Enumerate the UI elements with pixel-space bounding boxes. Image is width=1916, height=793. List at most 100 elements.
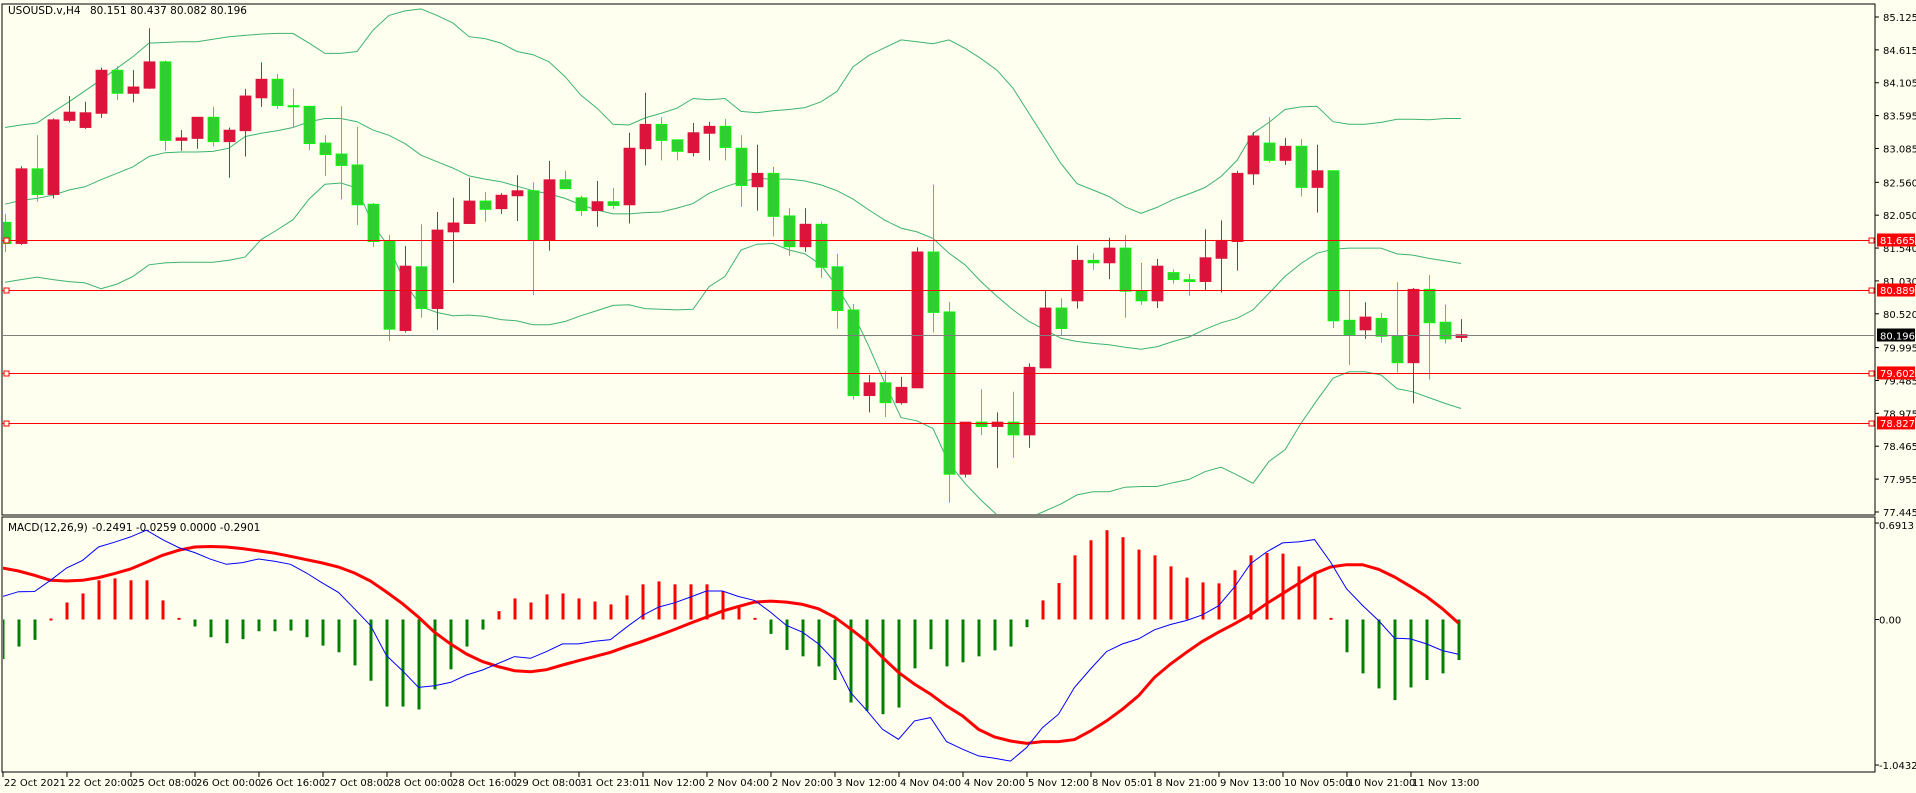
candle-body	[911, 251, 924, 389]
time-tick-label: 10 Nov 05:00	[1284, 778, 1351, 789]
macd-histogram-bar	[1073, 555, 1077, 620]
candle-body	[447, 222, 460, 233]
candle-bearish	[159, 60, 172, 151]
time-tick-label: 28 Oct 00:00	[388, 778, 453, 789]
time-tick-label: 4 Nov 04:00	[900, 778, 961, 789]
candle-body	[1407, 288, 1420, 364]
symbol-label: USOUSD.v,H4	[8, 5, 81, 17]
candle-body	[767, 172, 780, 217]
candle-body	[1215, 239, 1228, 259]
macd-histogram-bar	[241, 619, 245, 640]
candle-body	[863, 382, 876, 397]
level-line-handle[interactable]	[3, 370, 10, 377]
candle-body	[1359, 316, 1372, 331]
candle-body	[671, 139, 684, 152]
price-tick-label: 78.465	[1883, 442, 1916, 453]
macd-histogram-bar	[689, 584, 693, 620]
time-tick-label: 31 Oct 23:01	[580, 778, 645, 789]
level-line-handle[interactable]	[1868, 420, 1875, 427]
time-tick-label: 22 Oct 2021	[4, 778, 66, 789]
macd-histogram-bar	[1169, 566, 1173, 620]
price-tick-label: 77.445	[1883, 508, 1916, 519]
candle-body	[719, 125, 732, 148]
macd-histogram-bar	[545, 594, 549, 620]
macd-histogram-bar	[577, 598, 581, 620]
macd-histogram-bar	[721, 591, 725, 620]
macd-histogram-bar	[1009, 619, 1013, 647]
level-line-handle[interactable]	[1868, 237, 1875, 244]
macd-histogram-bar	[1089, 540, 1093, 620]
macd-histogram-bar	[1345, 619, 1349, 653]
candle-body	[543, 179, 556, 241]
macd-histogram-bar	[481, 619, 485, 630]
macd-histogram-bar	[769, 619, 773, 634]
candle-body	[111, 69, 124, 94]
macd-histogram-bar	[849, 619, 853, 703]
level-line-handle[interactable]	[3, 237, 10, 244]
macd-histogram-bar	[129, 580, 133, 620]
level-price-label: 78.827	[1880, 419, 1915, 430]
candle-body	[975, 421, 988, 427]
candle-body	[1007, 421, 1020, 436]
macd-histogram-bar	[913, 619, 917, 669]
level-price-label: 79.602	[1880, 369, 1915, 380]
time-tick-label: 25 Oct 08:00	[132, 778, 197, 789]
candle-bullish	[1023, 363, 1036, 448]
price-tick-label: 83.595	[1883, 112, 1916, 123]
candle-body	[511, 190, 524, 197]
level-line-handle[interactable]	[1868, 370, 1875, 377]
candle-bullish	[15, 166, 28, 245]
candle-body	[1103, 247, 1116, 264]
candle-body	[703, 125, 716, 134]
macd-histogram-bar	[1185, 577, 1189, 620]
candle-body	[591, 201, 604, 212]
macd-histogram-bar	[353, 619, 357, 666]
candle-body	[799, 223, 812, 248]
candle-body	[1119, 247, 1132, 292]
candle-body	[831, 266, 844, 311]
candle-bearish	[271, 74, 284, 109]
candle-body	[319, 142, 332, 156]
level-price-label: 81.665	[1880, 236, 1915, 247]
trading-chart[interactable]: 85.125 84.615 84.105 83.595 83.085 82.560 82.0…	[0, 0, 1916, 793]
macd-histogram-bar	[865, 619, 869, 711]
macd-histogram-bar	[385, 619, 389, 707]
candle-body	[943, 311, 956, 475]
candle-bearish	[1327, 170, 1340, 328]
candle-body	[895, 386, 908, 404]
price-tick-label: 77.955	[1883, 475, 1916, 486]
candle-body	[367, 203, 380, 243]
level-line-handle[interactable]	[3, 287, 10, 294]
level-line-handle[interactable]	[3, 420, 10, 427]
level-line-handle[interactable]	[1868, 287, 1875, 294]
macd-histogram-bar	[1121, 537, 1125, 620]
candle-body	[1311, 170, 1324, 188]
candle-body	[495, 194, 508, 210]
macd-histogram-bar	[1393, 619, 1397, 701]
candle-body	[1247, 135, 1260, 175]
candle-body	[1167, 272, 1180, 281]
candle-body	[463, 200, 476, 224]
level-price-label: 80.889	[1880, 286, 1915, 297]
macd-histogram-bar	[833, 619, 837, 681]
macd-histogram-bar	[1153, 555, 1157, 620]
time-tick-label: 28 Oct 16:00	[452, 778, 517, 789]
macd-histogram-bar	[1041, 600, 1045, 620]
candle-bullish	[1151, 259, 1164, 308]
macd-histogram-bar	[657, 581, 661, 620]
macd-histogram-bar	[737, 606, 741, 620]
candle-body	[1183, 279, 1196, 282]
candle-body	[1295, 145, 1308, 188]
candle-body	[847, 309, 860, 397]
macd-histogram-bar	[193, 619, 197, 627]
candle-body	[239, 95, 252, 132]
time-tick-label: 8 Nov 21:00	[1156, 778, 1217, 789]
macd-histogram-bar	[81, 593, 85, 620]
macd-histogram-bar	[65, 602, 69, 620]
candle-body	[1135, 290, 1148, 302]
candle-body	[1343, 319, 1356, 336]
candle-body	[191, 116, 204, 139]
candle-body	[735, 147, 748, 186]
candle-bullish	[95, 67, 108, 118]
macd-histogram-bar	[785, 619, 789, 650]
